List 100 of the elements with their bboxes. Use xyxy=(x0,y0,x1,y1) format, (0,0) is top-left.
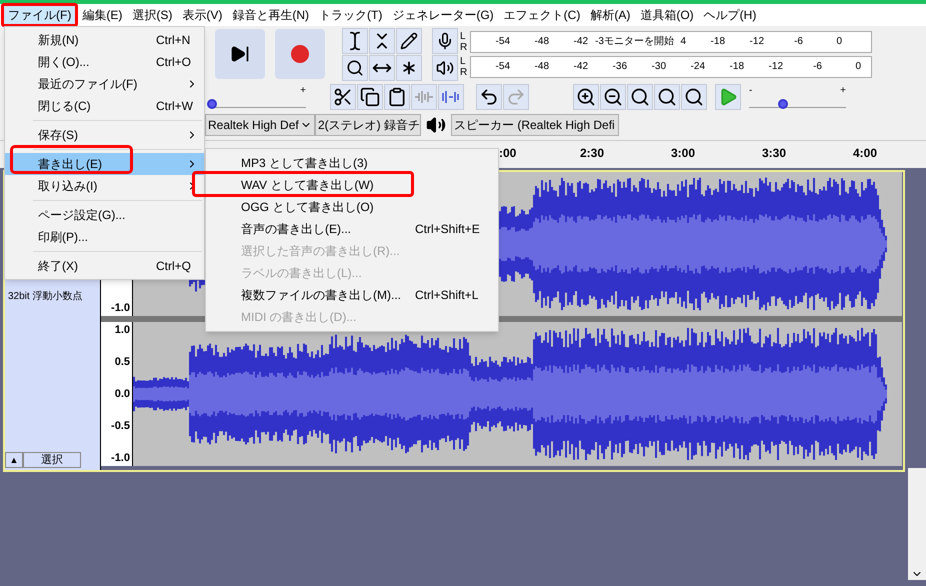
time-label: :00 xyxy=(499,145,518,162)
slider-thumb[interactable] xyxy=(206,99,217,109)
amplitude-label: -0.5 xyxy=(111,420,130,432)
menu-bar-item[interactable]: ジェネレーター(G) xyxy=(387,5,499,25)
menu-item[interactable]: ページ設定(G)... xyxy=(5,204,204,226)
menu-bar-item[interactable]: 編集(E) xyxy=(77,5,128,25)
meter-tick-label: 4 xyxy=(679,35,686,49)
zoom-out-icon xyxy=(603,87,623,107)
cut-button[interactable] xyxy=(330,84,356,110)
meter-tick-label: 0 xyxy=(854,60,861,74)
menu-item[interactable]: OGG として書き出し(O) xyxy=(206,196,498,218)
level-meter[interactable]: -54 -48 -42 -3モニターを開始 4 -18 -12 -6 0 xyxy=(470,30,872,52)
selection-tool[interactable] xyxy=(342,28,368,54)
channel-label: L xyxy=(460,30,467,42)
slider-thumb[interactable] xyxy=(778,99,788,109)
record-meter-button[interactable] xyxy=(432,28,458,54)
skip-to-end-icon xyxy=(230,44,250,64)
record-icon xyxy=(291,45,309,63)
zoom-toggle-button[interactable] xyxy=(681,84,707,110)
menu-item[interactable]: 複数ファイルの書き出し(M)... Ctrl+Shift+L xyxy=(206,284,498,306)
skip-to-end-button[interactable] xyxy=(215,29,265,79)
menu-item[interactable]: 保存(S) xyxy=(5,124,204,146)
menu-bar-item[interactable]: ヘルプ(H) xyxy=(698,5,762,25)
paste-button[interactable] xyxy=(384,84,410,110)
meter-tick-label: -48 xyxy=(534,35,549,49)
level-meter[interactable]: -54 -48 -42 -36 -30 -24 -18 -12 -6 0 xyxy=(470,56,872,78)
meter-tick-label: -42 xyxy=(572,35,588,49)
time-label: 2:30 xyxy=(580,145,606,162)
playback-meter-button[interactable] xyxy=(432,54,458,80)
menu-item[interactable]: 終了(X) Ctrl+Q xyxy=(5,255,204,277)
track-format-label: 32bit 浮動小数点 xyxy=(7,290,84,304)
menu-bar-item[interactable]: 選択(S) xyxy=(127,5,178,25)
redo-icon xyxy=(506,87,526,107)
search-icon xyxy=(630,87,650,107)
play-at-speed-button[interactable] xyxy=(715,84,741,110)
search-icon xyxy=(346,58,364,76)
menu-bar-item[interactable]: 解析(A) xyxy=(585,5,636,25)
menu-bar-item[interactable]: トラック(T) xyxy=(314,5,388,25)
microphone-icon xyxy=(436,32,454,50)
undo-icon xyxy=(479,87,499,107)
vertical-scrollbar[interactable] xyxy=(908,468,926,580)
fit-selection-button[interactable] xyxy=(627,84,653,110)
amplitude-label: -1.0 xyxy=(111,452,130,464)
speaker-icon xyxy=(426,115,446,135)
channel-label: R xyxy=(460,66,468,78)
multi-tool[interactable] xyxy=(396,54,422,80)
meter-tick-label: -6 xyxy=(793,35,803,49)
meter-tick-label: -48 xyxy=(534,60,549,74)
undo-button[interactable] xyxy=(476,84,502,110)
waveform-icon xyxy=(441,90,461,104)
meter-tick-label: -30 xyxy=(650,60,666,74)
meter-tick-label: -24 xyxy=(690,60,705,74)
select-button[interactable]: 選択 xyxy=(23,452,81,468)
copy-button[interactable] xyxy=(357,84,383,110)
meter-tick-label: -42 xyxy=(572,60,588,74)
envelope-tool[interactable] xyxy=(369,28,395,54)
menu-bar-item[interactable]: ファイル(F) xyxy=(2,5,78,25)
meter-tick-label: -3 xyxy=(594,35,604,49)
slider-max-label: + xyxy=(300,86,306,96)
meter-tick-label: -36 xyxy=(612,60,627,74)
silence-button[interactable] xyxy=(438,84,464,110)
slider-max-label: + xyxy=(840,86,846,96)
channel-label: L xyxy=(460,56,467,66)
copy-icon xyxy=(360,87,380,107)
channels-dropdown[interactable]: 2(ステレオ) 録音チ xyxy=(315,114,421,136)
menu-item[interactable]: 音声の書き出し(E)... Ctrl+Shift+E xyxy=(206,218,498,240)
collapse-button[interactable]: ▲ xyxy=(5,452,23,468)
zoom-out-button[interactable] xyxy=(600,84,626,110)
time-label: 4:00 xyxy=(853,145,878,162)
meter-tick-label: -18 xyxy=(728,60,744,74)
menu-item[interactable]: 新規(N) Ctrl+N xyxy=(5,29,204,51)
menu-bar-item[interactable]: エフェクト(C) xyxy=(498,5,586,25)
fit-project-button[interactable] xyxy=(654,84,680,110)
zoom-in-button[interactable] xyxy=(573,84,599,110)
menu-item[interactable]: 開く(O)... Ctrl+O xyxy=(5,51,204,73)
scissors-icon xyxy=(333,87,353,107)
speaker-icon xyxy=(436,58,454,76)
time-shift-tool[interactable] xyxy=(369,54,395,80)
slider-min-label: - xyxy=(749,86,752,96)
time-label: 3:00 xyxy=(671,145,696,162)
menu-item[interactable]: 閉じる(C) Ctrl+W xyxy=(5,95,204,117)
output-device-dropdown[interactable]: スピーカー (Realtek High Defi xyxy=(451,114,619,136)
amplitude-label: 0.0 xyxy=(114,388,130,400)
menu-bar-item[interactable]: 道具箱(O) xyxy=(635,5,699,25)
draw-tool[interactable] xyxy=(396,28,422,54)
menu-item[interactable]: 最近のファイル(F) xyxy=(5,73,204,95)
menu-bar-item[interactable]: 録音と再生(N) xyxy=(227,5,314,25)
search-icon xyxy=(657,87,677,107)
host-dropdown[interactable]: Realtek High Def xyxy=(205,114,315,136)
meter-tick-label: -12 xyxy=(748,35,764,49)
meter-tick-label: -12 xyxy=(768,60,783,74)
zoom-tool[interactable] xyxy=(342,54,368,80)
amplitude-label: -1.0 xyxy=(111,302,130,314)
record-button[interactable] xyxy=(275,29,325,79)
menu-item[interactable]: 印刷(P)... xyxy=(5,226,204,248)
menu-item[interactable]: MP3 として書き出し(3) xyxy=(206,152,498,174)
meter-tick-label: -18 xyxy=(710,35,725,49)
menu-bar-item[interactable]: 表示(V) xyxy=(177,5,228,25)
amplitude-label: 1.0 xyxy=(114,324,130,336)
channel-label: R xyxy=(460,42,468,52)
